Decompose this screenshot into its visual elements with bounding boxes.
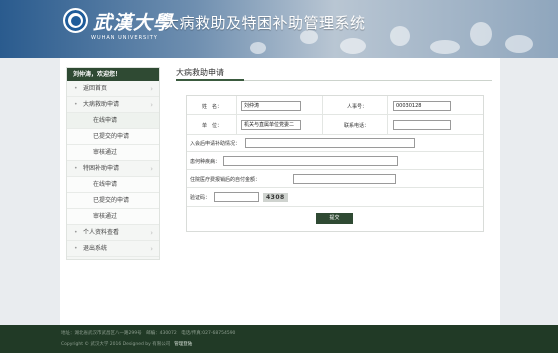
unit-label: 单 位： — [202, 123, 223, 129]
blossom-decoration — [340, 38, 366, 54]
captcha-field[interactable] — [214, 192, 259, 202]
staff-number-label: 人事号： — [347, 104, 368, 110]
blossom-decoration — [430, 40, 460, 54]
form-row-expense: 住院医疗费报销后的自付金额： — [187, 170, 483, 188]
title-divider-accent — [176, 79, 244, 81]
sidebar-item-label: 退出系统 — [83, 245, 108, 252]
footer: 地址：湖北省武汉市武昌区八一路299号 邮编：430072 电话/传真:027-… — [0, 325, 558, 353]
sidebar-item-illness-approved[interactable]: 审核通过 — [67, 145, 159, 161]
unit-field[interactable]: 机关与直属单位党委二 — [241, 120, 301, 130]
admin-login-link[interactable]: 管理登陆 — [174, 342, 192, 347]
sidebar-item-home[interactable]: 返回首页 › — [67, 81, 159, 97]
form-row-prior-aid: 入会后申请补助情况： — [187, 135, 483, 152]
name-label: 姓 名： — [202, 104, 223, 110]
header-banner: 武漢大學 WUHAN UNIVERSITY 大病救助及特困补助管理系统 — [0, 0, 558, 58]
cell-divider — [387, 96, 388, 115]
sidebar-item-label: 审核通过 — [93, 213, 118, 220]
captcha-image[interactable]: 4308 — [263, 193, 288, 202]
sidebar-item-label: 返回首页 — [83, 85, 108, 92]
footer-address: 地址：湖北省武汉市武昌区八一路299号 邮编：430072 电话/传真:027-… — [61, 331, 236, 336]
blossom-decoration — [470, 22, 492, 46]
cell-divider — [236, 96, 237, 115]
university-english-name: WUHAN UNIVERSITY — [91, 35, 158, 41]
sidebar-item-label: 审核通过 — [93, 149, 118, 156]
sidebar-item-illness-aid[interactable]: 大病救助申请 › — [67, 97, 159, 113]
form-row-captcha: 验证码： 4308 — [187, 188, 483, 207]
university-logo — [63, 8, 88, 33]
sidebar-item-hardship-online-apply[interactable]: 在线申请 — [67, 177, 159, 193]
illness-field[interactable] — [223, 156, 398, 166]
sidebar-item-hardship-submitted[interactable]: 已提交的申请 — [67, 193, 159, 209]
sidebar-item-hardship-aid[interactable]: 特困补助申请 › — [67, 161, 159, 177]
blossom-decoration — [250, 42, 266, 54]
chevron-right-icon: › — [150, 245, 153, 253]
chevron-right-icon: › — [150, 229, 153, 237]
sidebar-item-profile[interactable]: 个人资料查看 › — [67, 225, 159, 241]
footer-copyright: Copyright © 武汉大学 2016 Designed by 有限公司 管理… — [61, 341, 192, 347]
blossom-decoration — [505, 35, 533, 53]
cell-divider — [322, 96, 323, 115]
system-title: 大病救助及特困补助管理系统 — [164, 14, 366, 32]
staff-number-field[interactable]: 00030128 — [393, 101, 451, 111]
captcha-label: 验证码： — [190, 195, 211, 201]
sidebar: 刘仲涛，欢迎您！ 返回首页› 大病救助申请› 在线申请 已提交的申请 审核通过 … — [66, 67, 160, 260]
sidebar-item-logout[interactable]: 退出系统 › — [67, 241, 159, 257]
sidebar-item-label: 特困补助申请 — [83, 165, 120, 172]
cell-divider — [236, 115, 237, 135]
phone-label: 联系电话： — [344, 123, 370, 129]
sidebar-item-label: 已提交的申请 — [93, 133, 130, 140]
form-row-illness: 患何种疾病： — [187, 152, 483, 170]
form-row-name: 姓 名： 刘仲涛 人事号： 00030128 — [187, 96, 483, 115]
sidebar-item-illness-submitted[interactable]: 已提交的申请 — [67, 129, 159, 145]
form-row-unit: 单 位： 机关与直属单位党委二 联系电话： — [187, 115, 483, 135]
expense-field[interactable] — [293, 174, 396, 184]
cell-divider — [387, 115, 388, 135]
chevron-right-icon: › — [150, 85, 153, 93]
chevron-right-icon: › — [150, 165, 153, 173]
sidebar-item-hardship-approved[interactable]: 审核通过 — [67, 209, 159, 225]
submit-button[interactable]: 提交 — [316, 213, 353, 224]
sidebar-item-label: 已提交的申请 — [93, 197, 130, 204]
prior-aid-field[interactable] — [245, 138, 415, 148]
cell-divider — [322, 115, 323, 135]
prior-aid-label: 入会后申请补助情况： — [190, 141, 241, 147]
sidebar-greeting: 刘仲涛，欢迎您！ — [67, 68, 159, 81]
university-name: 武漢大學 — [93, 12, 174, 34]
blossom-decoration — [390, 26, 410, 46]
phone-field[interactable] — [393, 120, 451, 130]
sidebar-item-label: 在线申请 — [93, 117, 118, 124]
copyright-text: Copyright © 武汉大学 2016 Designed by 有限公司 — [61, 342, 171, 347]
chevron-right-icon: › — [150, 101, 153, 109]
illness-label: 患何种疾病： — [190, 159, 221, 165]
name-field[interactable]: 刘仲涛 — [241, 101, 301, 111]
page-title: 大病救助申请 — [176, 68, 224, 77]
sidebar-item-label: 个人资料查看 — [83, 229, 120, 236]
application-form: 姓 名： 刘仲涛 人事号： 00030128 单 位： 机关与直属单位党委二 联… — [186, 95, 484, 232]
sidebar-item-illness-online-apply[interactable]: 在线申请 — [67, 113, 159, 129]
sidebar-item-label: 在线申请 — [93, 181, 118, 188]
sidebar-item-label: 大病救助申请 — [83, 101, 120, 108]
expense-label: 住院医疗费报销后的自付金额： — [190, 177, 261, 183]
